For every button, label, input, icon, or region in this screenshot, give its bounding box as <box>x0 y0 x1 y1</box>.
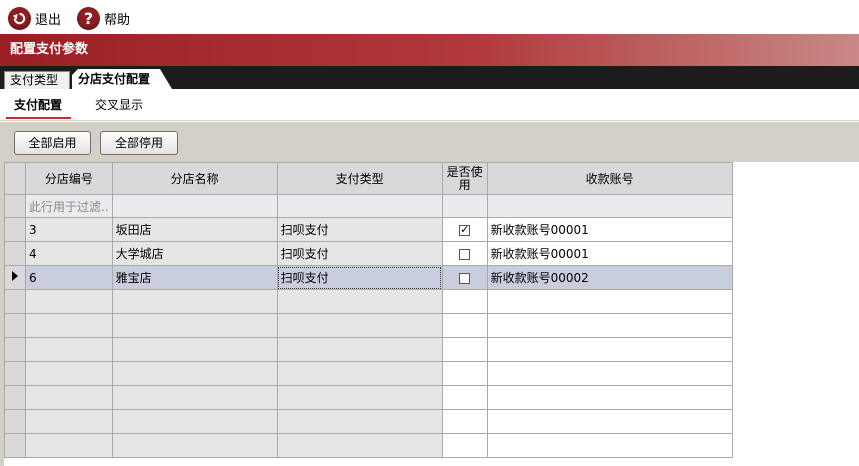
enable-all-button[interactable]: 全部启用 <box>14 131 91 155</box>
enabled-checkbox[interactable] <box>459 223 471 236</box>
cell-account[interactable]: 新收款账号00001 <box>486 241 733 266</box>
row-indicator[interactable] <box>4 217 26 242</box>
help-label: 帮助 <box>104 12 131 28</box>
exit-label: 退出 <box>35 12 62 28</box>
cell-enabled[interactable] <box>441 265 488 290</box>
cell-branch-id[interactable]: 3 <box>25 217 113 242</box>
column-header-branch-id[interactable]: 分店编号 <box>25 162 113 195</box>
cell-account[interactable]: 新收款账号00001 <box>486 217 733 242</box>
empty-row <box>4 313 733 338</box>
action-bar: 全部启用 全部停用 <box>0 122 859 162</box>
exit-button[interactable]: 退出 <box>8 5 61 31</box>
subtab-bar: 支付配置 交叉显示 <box>0 89 859 121</box>
filter-cell-account[interactable] <box>486 194 733 218</box>
filter-cell-branch-name[interactable] <box>111 194 278 218</box>
empty-row <box>4 361 733 386</box>
table-row[interactable]: 3坂田店扫呗支付 新收款账号00001 <box>4 217 733 242</box>
empty-row <box>4 337 733 362</box>
table-row[interactable]: 6 雅宝店 扫呗支付 新收款账号00002 <box>4 265 733 290</box>
filter-row: 此行用于过滤.. <box>4 194 733 218</box>
tab-payment-type[interactable]: 支付类型 <box>4 71 70 89</box>
filter-cell-branch-id[interactable]: 此行用于过滤.. <box>25 194 113 218</box>
top-toolbar: 退出 ? 帮助 <box>0 0 859 34</box>
cell-enabled[interactable] <box>441 241 488 266</box>
column-header-account[interactable]: 收款账号 <box>486 162 733 195</box>
empty-row <box>4 433 733 458</box>
back-arrow-icon <box>8 6 31 30</box>
row-indicator[interactable] <box>4 241 26 266</box>
column-header-branch-name[interactable]: 分店名称 <box>111 162 278 195</box>
filter-cell-payment-type[interactable] <box>276 194 443 218</box>
column-header-enabled[interactable]: 是否使用 <box>441 162 488 195</box>
column-header-payment-type[interactable]: 支付类型 <box>276 162 443 195</box>
data-table: 分店编号 分店名称 支付类型 是否使用 收款账号 此行用于过滤.. 3 坂田店 扫呗… <box>4 162 733 458</box>
branch-payment-grid: 分店编号 分店名称 支付类型 是否使用 收款账号 此行用于过滤.. 3 坂田店 扫呗… <box>0 162 859 466</box>
empty-row <box>4 409 733 434</box>
cell-branch-id[interactable]: 4 <box>25 241 113 266</box>
disable-all-button[interactable]: 全部停用 <box>100 131 178 155</box>
cell-account[interactable]: 新收款账号00002 <box>486 265 733 290</box>
cell-payment-type[interactable]: 扫呗支付 <box>276 241 443 266</box>
header-row: 分店编号 分店名称 支付类型 是否使用 收款账号 <box>4 162 733 195</box>
cell-payment-type[interactable]: 扫呗支付 <box>276 217 443 242</box>
cell-enabled[interactable] <box>441 217 488 242</box>
cell-branch-name[interactable]: 大学城店 <box>111 241 278 266</box>
subtab-payment-config[interactable]: 支付配置 <box>5 89 72 121</box>
cell-branch-id[interactable]: 6 <box>25 265 113 290</box>
row-indicator-header <box>4 162 26 195</box>
tab-branch-payment-config[interactable]: 分店支付配置 <box>72 69 172 89</box>
cell-branch-name[interactable]: 坂田店 <box>111 217 278 242</box>
subtab-cross-display[interactable]: 交叉显示 <box>95 89 143 121</box>
tab-branch-payment-config-label: 分店支付配置 <box>78 72 151 86</box>
question-icon: ? <box>77 6 100 30</box>
row-indicator[interactable] <box>4 265 26 290</box>
enabled-checkbox[interactable] <box>459 248 471 260</box>
help-button[interactable]: ? 帮助 <box>77 5 130 31</box>
tab-strip: 支付类型 分店支付配置 <box>0 66 859 89</box>
empty-row <box>4 385 733 410</box>
enabled-checkbox[interactable] <box>459 272 471 284</box>
empty-row <box>4 289 733 314</box>
table-row[interactable]: 4 大学城店 扫呗支付 新收款账号00001 <box>4 241 733 266</box>
window-title: 配置支付参数 <box>0 34 859 66</box>
cell-branch-name[interactable]: 雅宝店 <box>111 265 278 290</box>
filter-cell-enabled[interactable] <box>441 194 488 218</box>
cell-payment-type[interactable]: 扫呗支付 <box>276 265 443 290</box>
